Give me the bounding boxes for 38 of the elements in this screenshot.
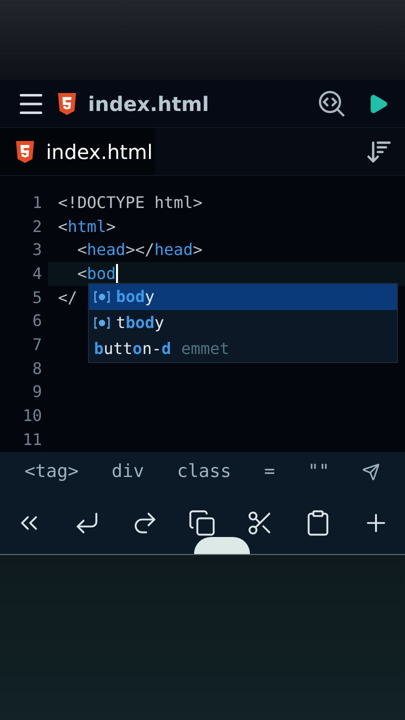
symbol-key[interactable]: = [264, 458, 275, 486]
search-code-icon[interactable] [317, 88, 347, 118]
drag-handle[interactable] [194, 536, 250, 554]
line-number: 11 [22, 428, 43, 451]
symbol-key[interactable]: div [112, 458, 144, 486]
app-title: index.html [88, 90, 209, 118]
copy-icon[interactable] [188, 508, 216, 537]
line-number: 1 [31, 192, 43, 214]
html5-icon [16, 140, 34, 162]
line-number: 5 [31, 286, 43, 309]
line-number: 10 [22, 405, 43, 428]
suggestion-detail: emmet [181, 338, 230, 360]
element-icon [94, 291, 110, 303]
file-tab[interactable]: index.html [0, 128, 155, 175]
line-number: 6 [31, 310, 43, 332]
suggestion-item[interactable]: button-d emmet [89, 336, 397, 362]
symbol-key[interactable]: "" [308, 458, 330, 486]
line-number: 9 [31, 381, 43, 404]
line-number: 8 [31, 358, 43, 380]
line-number: 7 [31, 334, 43, 356]
code-line: <head></head> [76, 239, 203, 262]
symbol-key[interactable]: <tag> [24, 458, 79, 486]
suggestion-item[interactable]: tbody [89, 310, 397, 336]
suggestion-label: tbody [116, 312, 164, 334]
symbol-key[interactable]: class [177, 458, 232, 486]
line-number: 2 [31, 216, 43, 238]
code-line: <html> [58, 216, 116, 238]
suggestion-label: button-d [94, 338, 172, 360]
suggestion-item[interactable]: body [89, 284, 397, 310]
code-line: <bod [76, 262, 116, 285]
element-icon [94, 317, 110, 329]
suggestion-label: body [116, 286, 155, 308]
code-line: </ [58, 286, 78, 309]
send-icon[interactable] [362, 462, 380, 481]
line-number: 3 [31, 239, 43, 262]
line-number: 4 [31, 262, 43, 285]
code-line: <!DOCTYPE html> [58, 192, 202, 214]
html5-icon [58, 92, 76, 114]
